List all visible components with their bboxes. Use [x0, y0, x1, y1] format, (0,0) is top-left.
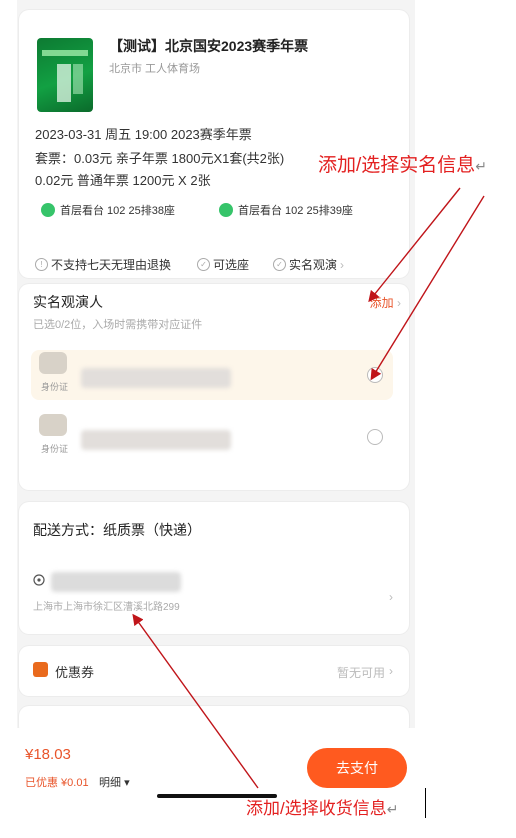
arrow-to-viewer — [370, 195, 485, 381]
annotation-arrows — [132, 187, 485, 789]
arrow-to-add — [368, 187, 461, 303]
arrow-to-address — [132, 613, 259, 789]
